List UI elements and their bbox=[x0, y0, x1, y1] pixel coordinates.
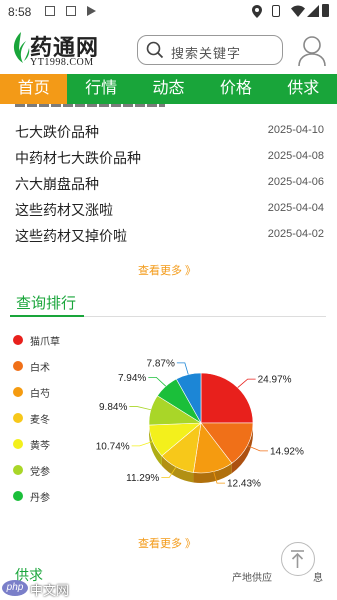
arrow-up-icon bbox=[291, 550, 304, 568]
news-title: 中药材七大跌价品种 bbox=[15, 150, 141, 166]
news-item[interactable]: 这些药材又掉价啦 2025-04-02 bbox=[0, 222, 337, 248]
tab-news[interactable]: 动态 bbox=[135, 74, 202, 104]
play-store-icon bbox=[87, 6, 96, 16]
tab-home[interactable]: 首页 bbox=[0, 74, 68, 104]
partial-news-date: 2025-04-12 bbox=[268, 104, 324, 107]
pie-slice-label: 7.94% bbox=[118, 373, 146, 384]
section-divider-highlight bbox=[10, 315, 84, 317]
pie-chart: 24.97% 14.92% 12.43% 11.29% 10.74% 9.84% 7.94%… bbox=[96, 358, 304, 490]
news-date: 2025-04-10 bbox=[267, 124, 324, 136]
pie-slice-label: 9.84% bbox=[99, 402, 127, 413]
wifi-icon bbox=[291, 5, 305, 17]
section-divider bbox=[10, 315, 326, 317]
news-item[interactable]: 这些药材又涨啦 2025-04-04 bbox=[0, 196, 337, 222]
news-more-link[interactable]: 查看更多 》 bbox=[138, 262, 196, 278]
tab-market[interactable]: 行情 bbox=[67, 74, 134, 104]
watermark-logo: php 中文网 bbox=[2, 578, 80, 598]
supply-origin-text: 产地供应 bbox=[232, 573, 272, 584]
pie-leader-line bbox=[237, 378, 256, 388]
news-date: 2025-04-04 bbox=[267, 202, 324, 214]
image-notification-icon bbox=[66, 6, 76, 16]
site-logo[interactable]: 药通网 YT1998.COM bbox=[10, 28, 120, 70]
status-time: 8:58 bbox=[8, 5, 32, 19]
news-item[interactable]: 六大崩盘品种 2025-04-06 bbox=[0, 170, 337, 196]
pie-slice-label: 14.92% bbox=[270, 446, 304, 457]
news-title: 六大崩盘品种 bbox=[15, 176, 99, 192]
main-nav: 首页 行情 动态 价格 供求 bbox=[0, 74, 337, 104]
status-bar: 8:58 bbox=[0, 0, 337, 24]
pie-slice-label: 11.29% bbox=[126, 473, 159, 484]
signal-icon bbox=[307, 5, 319, 17]
tab-supply[interactable]: 供求 bbox=[270, 74, 337, 104]
supply-info-text: 息 bbox=[313, 573, 323, 584]
location-icon bbox=[252, 5, 262, 18]
news-title: 这些药材又掉价啦 bbox=[15, 228, 127, 244]
news-date: 2025-04-06 bbox=[267, 176, 324, 188]
ranking-more-link[interactable]: 查看更多 》 bbox=[138, 535, 196, 551]
user-avatar-icon[interactable] bbox=[297, 35, 327, 67]
pie-leader-line bbox=[131, 441, 153, 447]
notification-icon bbox=[45, 6, 55, 16]
php-logo-icon: php bbox=[2, 580, 28, 596]
pie-leader-line bbox=[129, 406, 151, 411]
search-placeholder: 搜索关键字 bbox=[171, 46, 242, 61]
back-to-top-button[interactable] bbox=[281, 542, 315, 576]
partial-news-row[interactable]: 2025-04-12 bbox=[0, 104, 337, 112]
tab-price[interactable]: 价格 bbox=[202, 74, 269, 104]
pie-leader-line bbox=[176, 362, 189, 375]
news-date: 2025-04-02 bbox=[267, 228, 324, 240]
pie-slice-label: 7.87% bbox=[146, 358, 174, 369]
pie-slice-label: 12.43% bbox=[227, 479, 261, 490]
news-title: 七大跌价品种 bbox=[15, 124, 99, 140]
search-input[interactable]: 搜索关键字 bbox=[137, 35, 283, 65]
leaf-logo-icon bbox=[13, 32, 30, 63]
ranking-title: 查询排行 bbox=[16, 295, 77, 312]
app-header: 药通网 YT1998.COM 搜索关键字 bbox=[0, 24, 337, 74]
vibrate-icon bbox=[272, 5, 280, 17]
pie-slice-label: 24.97% bbox=[258, 375, 292, 386]
search-icon bbox=[146, 41, 164, 59]
pie-leader-line bbox=[148, 376, 167, 387]
news-title: 这些药材又涨啦 bbox=[15, 202, 113, 218]
news-item[interactable]: 七大跌价品种 2025-04-10 bbox=[0, 118, 337, 144]
logo-url: YT1998.COM bbox=[30, 57, 94, 68]
watermark-text: 中文网 bbox=[30, 583, 70, 598]
battery-icon bbox=[322, 4, 329, 17]
news-item[interactable]: 中药材七大跌价品种 2025-04-08 bbox=[0, 144, 337, 170]
pie-slice bbox=[200, 372, 254, 424]
pie-slice-label: 10.74% bbox=[96, 441, 130, 452]
news-date: 2025-04-08 bbox=[267, 150, 324, 162]
